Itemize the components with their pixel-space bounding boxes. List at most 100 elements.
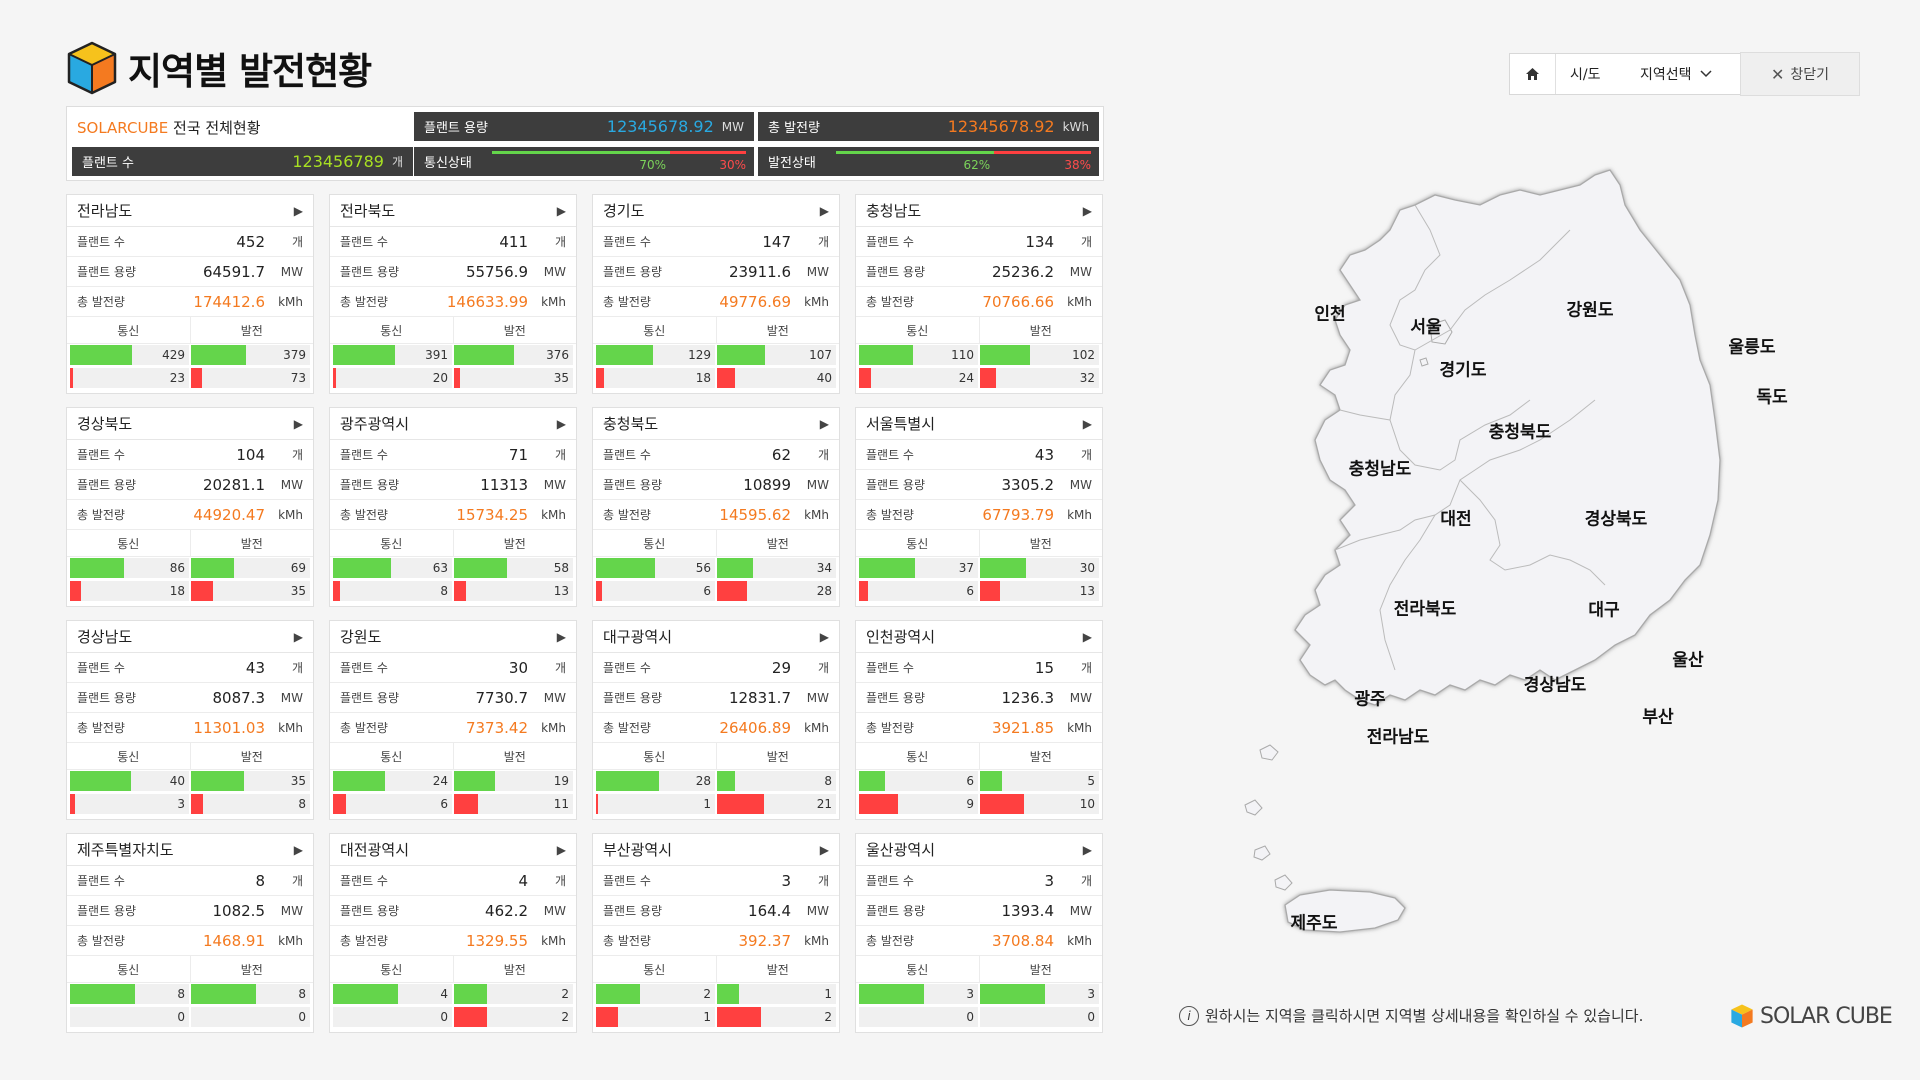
region-card[interactable]: 경상남도 ▶ 플랜트 수 43 개 플랜트 용량 8087.3 MW 총 발전량… xyxy=(66,620,314,820)
region-card-header[interactable]: 부산광역시 ▶ xyxy=(593,834,839,866)
gen-ok-bar: 376 xyxy=(454,345,573,365)
region-card[interactable]: 대구광역시 ▶ 플랜트 수 29 개 플랜트 용량 12831.7 MW 총 발… xyxy=(592,620,840,820)
region-card-header[interactable]: 제주특별자치도 ▶ xyxy=(67,834,313,866)
map-island-1[interactable] xyxy=(1259,744,1279,761)
close-button[interactable]: ✕ 창닫기 xyxy=(1740,52,1860,96)
region-card-header[interactable]: 충청남도 ▶ xyxy=(856,195,1102,227)
region-card-header[interactable]: 경상북도 ▶ xyxy=(67,408,313,440)
map-label[interactable]: 대구 xyxy=(1588,596,1619,621)
play-arrow-icon[interactable]: ▶ xyxy=(820,843,829,857)
comm-err-bar-fill xyxy=(596,794,599,814)
map-label[interactable]: 전라북도 xyxy=(1394,595,1457,620)
play-arrow-icon[interactable]: ▶ xyxy=(557,204,566,218)
gen-bars: 58 13 xyxy=(454,558,573,604)
plant-count-label: 플랜트 수 xyxy=(340,661,388,675)
map-label[interactable]: 제주도 xyxy=(1291,909,1338,934)
region-card-header[interactable]: 서울특별시 ▶ xyxy=(856,408,1102,440)
gen-ok-bar: 34 xyxy=(717,558,836,578)
plant-count-unit: 개 xyxy=(554,661,566,675)
map-label[interactable]: 독도 xyxy=(1756,383,1787,408)
play-arrow-icon[interactable]: ▶ xyxy=(557,843,566,857)
region-card-header[interactable]: 전라남도 ▶ xyxy=(67,195,313,227)
play-arrow-icon[interactable]: ▶ xyxy=(820,204,829,218)
gen-err-bar-fill xyxy=(191,368,202,388)
region-card-header[interactable]: 대구광역시 ▶ xyxy=(593,621,839,653)
map-label[interactable]: 충청북도 xyxy=(1489,418,1552,443)
gen-ok-bar-value: 34 xyxy=(816,561,832,575)
map-island-3[interactable] xyxy=(1253,845,1271,861)
region-card[interactable]: 전라북도 ▶ 플랜트 수 411 개 플랜트 용량 55756.9 MW 총 발… xyxy=(329,194,577,394)
play-arrow-icon[interactable]: ▶ xyxy=(1083,204,1092,218)
region-card-header[interactable]: 경상남도 ▶ xyxy=(67,621,313,653)
gen-bars: 8 21 xyxy=(717,771,836,817)
gen-ok-bar-fill xyxy=(717,345,765,365)
gen-header: 발전 xyxy=(1029,536,1052,551)
region-card[interactable]: 인천광역시 ▶ 플랜트 수 15 개 플랜트 용량 1236.3 MW 총 발전… xyxy=(855,620,1103,820)
map-label[interactable]: 울산 xyxy=(1672,646,1703,671)
map-label[interactable]: 충청남도 xyxy=(1349,455,1412,480)
region-card[interactable]: 제주특별자치도 ▶ 플랜트 수 8 개 플랜트 용량 1082.5 MW 총 발… xyxy=(66,833,314,1033)
region-select[interactable]: 지역선택 xyxy=(1634,64,1712,84)
map-island-2[interactable] xyxy=(1244,799,1263,816)
play-arrow-icon[interactable]: ▶ xyxy=(1083,843,1092,857)
region-card[interactable]: 대전광역시 ▶ 플랜트 수 4 개 플랜트 용량 462.2 MW 총 발전량 … xyxy=(329,833,577,1033)
plant-count-label: 플랜트 수 xyxy=(340,874,388,888)
region-card[interactable]: 강원도 ▶ 플랜트 수 30 개 플랜트 용량 7730.7 MW 총 발전량 … xyxy=(329,620,577,820)
region-card-header[interactable]: 광주광역시 ▶ xyxy=(330,408,576,440)
region-card-header[interactable]: 울산광역시 ▶ xyxy=(856,834,1102,866)
region-card-header[interactable]: 경기도 ▶ xyxy=(593,195,839,227)
region-card[interactable]: 울산광역시 ▶ 플랜트 수 3 개 플랜트 용량 1393.4 MW 총 발전량… xyxy=(855,833,1103,1033)
plant-count-label: 플랜트 수 xyxy=(340,448,388,462)
play-arrow-icon[interactable]: ▶ xyxy=(1083,417,1092,431)
region-card[interactable]: 부산광역시 ▶ 플랜트 수 3 개 플랜트 용량 164.4 MW 총 발전량 … xyxy=(592,833,840,1033)
region-card-header[interactable]: 인천광역시 ▶ xyxy=(856,621,1102,653)
region-card-header[interactable]: 전라북도 ▶ xyxy=(330,195,576,227)
capacity-value: 25236.2 xyxy=(991,262,1054,281)
capacity-label: 플랜트 용량 xyxy=(603,478,663,492)
generation-row: 총 발전량 70766.66 kMh xyxy=(856,287,1102,317)
gen-bars: 379 73 xyxy=(191,345,310,391)
gen-err-bar-value: 13 xyxy=(1079,584,1095,598)
region-card[interactable]: 경기도 ▶ 플랜트 수 147 개 플랜트 용량 23911.6 MW 총 발전… xyxy=(592,194,840,394)
play-arrow-icon[interactable]: ▶ xyxy=(294,204,303,218)
region-card-header[interactable]: 강원도 ▶ xyxy=(330,621,576,653)
region-card[interactable]: 충청북도 ▶ 플랜트 수 62 개 플랜트 용량 10899 MW 총 발전량 … xyxy=(592,407,840,607)
map-label[interactable]: 경상북도 xyxy=(1585,505,1648,530)
region-card[interactable]: 서울특별시 ▶ 플랜트 수 43 개 플랜트 용량 3305.2 MW 총 발전… xyxy=(855,407,1103,607)
map-label[interactable]: 전라남도 xyxy=(1367,723,1430,748)
comm-header: 통신 xyxy=(593,530,717,556)
play-arrow-icon[interactable]: ▶ xyxy=(557,417,566,431)
gen-header: 발전 xyxy=(766,962,789,977)
region-card-header[interactable]: 충청북도 ▶ xyxy=(593,408,839,440)
play-arrow-icon[interactable]: ▶ xyxy=(557,630,566,644)
plant-count-value: 43 xyxy=(245,658,265,677)
region-card[interactable]: 전라남도 ▶ 플랜트 수 452 개 플랜트 용량 64591.7 MW 총 발… xyxy=(66,194,314,394)
play-arrow-icon[interactable]: ▶ xyxy=(820,630,829,644)
map-label[interactable]: 경기도 xyxy=(1440,356,1487,381)
gen-err-bar-fill xyxy=(454,1007,487,1027)
map-label[interactable]: 경상남도 xyxy=(1524,671,1587,696)
region-card-header[interactable]: 대전광역시 ▶ xyxy=(330,834,576,866)
map-label[interactable]: 광주 xyxy=(1354,685,1385,710)
play-arrow-icon[interactable]: ▶ xyxy=(294,630,303,644)
region-card[interactable]: 광주광역시 ▶ 플랜트 수 71 개 플랜트 용량 11313 MW 총 발전량… xyxy=(329,407,577,607)
gen-bars: 8 0 xyxy=(191,984,310,1030)
region-card[interactable]: 충청남도 ▶ 플랜트 수 134 개 플랜트 용량 25236.2 MW 총 발… xyxy=(855,194,1103,394)
map-label[interactable]: 강원도 xyxy=(1567,296,1614,321)
map-label[interactable]: 부산 xyxy=(1642,703,1673,728)
comm-ok-bar: 86 xyxy=(70,558,189,578)
home-button[interactable] xyxy=(1510,54,1556,94)
play-arrow-icon[interactable]: ▶ xyxy=(820,417,829,431)
play-arrow-icon[interactable]: ▶ xyxy=(294,843,303,857)
map-dokdo[interactable] xyxy=(1419,357,1429,367)
play-arrow-icon[interactable]: ▶ xyxy=(294,417,303,431)
region-card[interactable]: 경상북도 ▶ 플랜트 수 104 개 플랜트 용량 20281.1 MW 총 발… xyxy=(66,407,314,607)
comm-ok-bar-value: 429 xyxy=(162,348,185,362)
map-island-4[interactable] xyxy=(1274,874,1293,891)
map-label[interactable]: 서울 xyxy=(1410,313,1441,338)
map-label[interactable]: 인천 xyxy=(1314,300,1345,325)
map-label[interactable]: 대전 xyxy=(1440,505,1471,530)
comm-err-bar-fill xyxy=(70,581,82,601)
map-label[interactable]: 울릉도 xyxy=(1729,333,1776,358)
play-arrow-icon[interactable]: ▶ xyxy=(1083,630,1092,644)
